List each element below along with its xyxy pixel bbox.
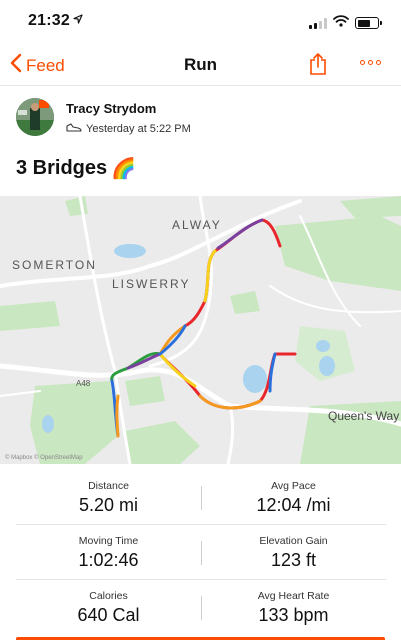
status-bar: 21:32 bbox=[0, 0, 401, 44]
park-area bbox=[125, 376, 165, 406]
map-label-liswerry: LISWERRY bbox=[112, 277, 190, 291]
stat-row: Moving Time 1:02:46 Elevation Gain 123 f… bbox=[16, 525, 386, 580]
map-label-somerton: SOMERTON bbox=[12, 258, 97, 272]
stat-row: Distance 5.20 mi Avg Pace 12:04 /mi bbox=[16, 470, 386, 525]
stat-label: Calories bbox=[89, 590, 128, 602]
stat-value: 12:04 /mi bbox=[256, 495, 331, 515]
stat-avg-pace: Avg Pace 12:04 /mi bbox=[201, 480, 386, 516]
stat-moving-time: Moving Time 1:02:46 bbox=[16, 535, 201, 571]
stat-elevation-gain: Elevation Gain 123 ft bbox=[201, 535, 386, 571]
activity-title: 3 Bridges 🌈 bbox=[16, 156, 136, 181]
more-icon bbox=[360, 60, 365, 65]
status-icons bbox=[309, 14, 382, 32]
activity-meta: Yesterday at 5:22 PM bbox=[66, 122, 191, 136]
shoe-icon bbox=[66, 122, 82, 136]
page-title: Run bbox=[183, 55, 218, 74]
rainbow-emoji: 🌈 bbox=[111, 158, 137, 180]
signal-icon bbox=[309, 17, 327, 29]
battery-icon bbox=[355, 17, 382, 29]
map-attribution: © Mapbox © OpenStreetMap bbox=[5, 454, 83, 461]
stat-value: 123 ft bbox=[270, 550, 317, 570]
stat-row: Calories 640 Cal Avg Heart Rate 133 bpm bbox=[16, 580, 386, 635]
status-time: 21:32 bbox=[28, 12, 70, 29]
park-area bbox=[0, 301, 60, 331]
stats-grid: Distance 5.20 mi Avg Pace 12:04 /mi Movi… bbox=[16, 470, 386, 635]
map-label-a48: A48 bbox=[76, 379, 91, 388]
athlete-header: Tracy Strydom Yesterday at 5:22 PM bbox=[16, 98, 386, 142]
share-button[interactable] bbox=[309, 52, 327, 81]
map-label-alway: ALWAY bbox=[172, 218, 222, 232]
stat-value: 133 bpm bbox=[258, 605, 329, 625]
share-icon bbox=[309, 53, 327, 80]
nav-bar: Feed Run bbox=[0, 44, 401, 86]
water bbox=[42, 415, 54, 433]
activity-title-text: 3 Bridges bbox=[16, 157, 108, 179]
stat-value: 1:02:46 bbox=[78, 550, 139, 570]
stat-avg-heart-rate: Avg Heart Rate 133 bpm bbox=[201, 590, 386, 626]
stat-label: Distance bbox=[88, 480, 129, 492]
avatar[interactable] bbox=[16, 98, 54, 136]
stat-label: Moving Time bbox=[78, 535, 139, 547]
more-options-button[interactable] bbox=[360, 60, 381, 65]
athlete-name[interactable]: Tracy Strydom bbox=[66, 101, 156, 116]
location-arrow-icon bbox=[73, 13, 83, 27]
water bbox=[319, 356, 335, 376]
stat-label: Elevation Gain bbox=[259, 535, 328, 547]
stat-distance: Distance 5.20 mi bbox=[16, 480, 201, 516]
map-label-queens-way: Queen's Way bbox=[328, 409, 399, 423]
stat-label: Avg Heart Rate bbox=[257, 590, 330, 602]
stat-calories: Calories 640 Cal bbox=[16, 590, 201, 626]
stat-value: 5.20 mi bbox=[78, 495, 139, 515]
activity-timestamp: Yesterday at 5:22 PM bbox=[86, 123, 191, 135]
stat-label: Avg Pace bbox=[271, 480, 316, 492]
water bbox=[243, 365, 267, 393]
water bbox=[114, 244, 146, 258]
water bbox=[316, 340, 330, 352]
stat-value: 640 Cal bbox=[77, 605, 140, 625]
wifi-icon bbox=[333, 14, 349, 32]
route-map[interactable]: ALWAY SOMERTON LISWERRY A48 Queen's Way … bbox=[0, 196, 401, 464]
